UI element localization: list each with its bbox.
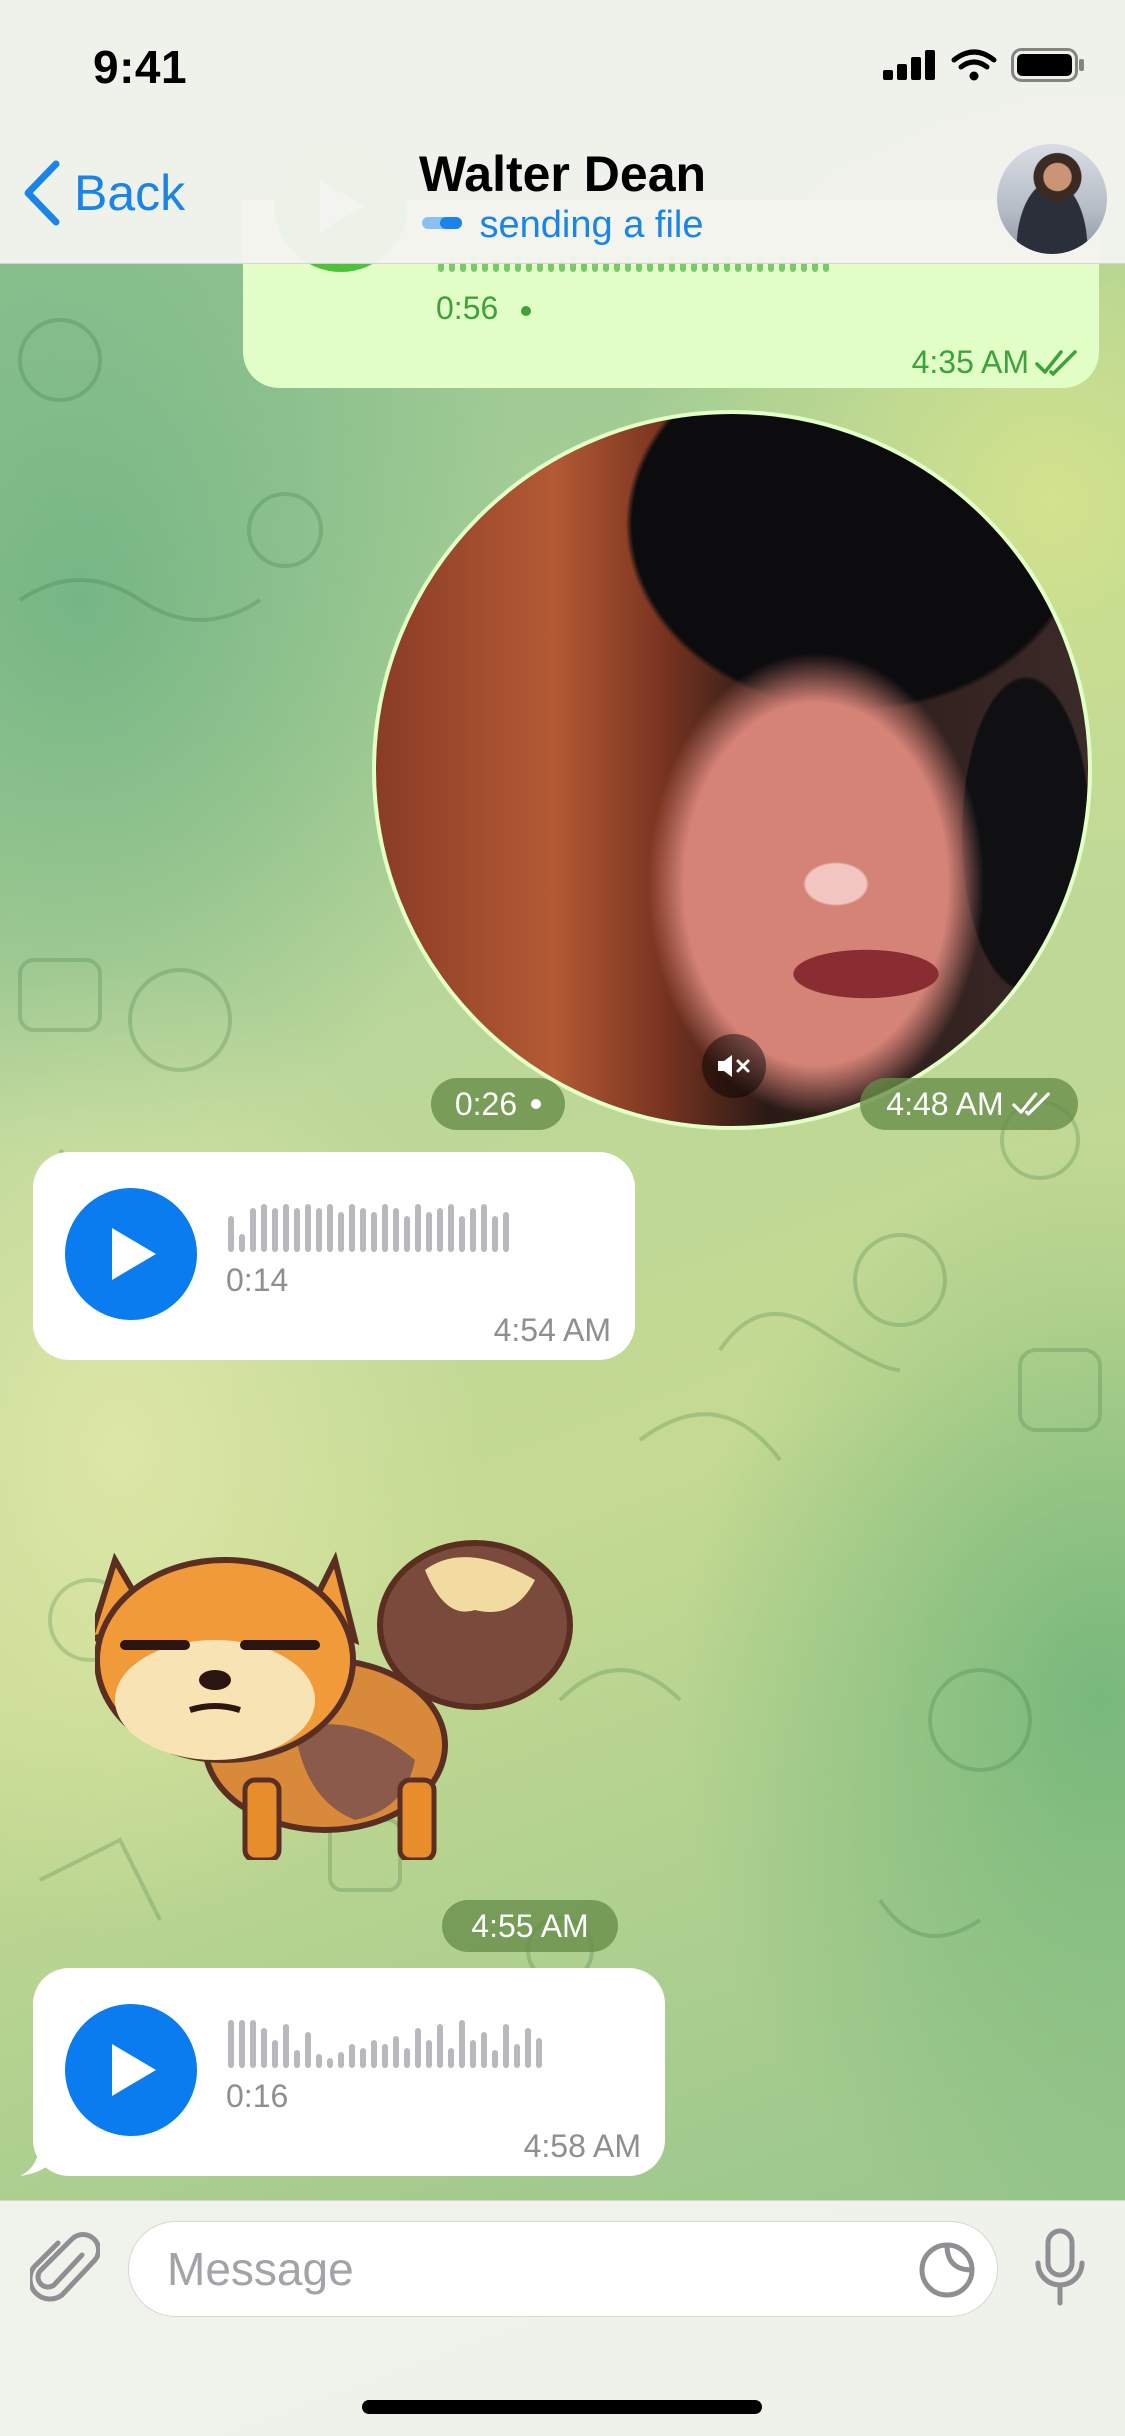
- sticker-time-pill: 4:55 AM: [442, 1900, 618, 1952]
- chat-title[interactable]: Walter Dean: [0, 145, 1125, 203]
- play-icon: [112, 2044, 156, 2096]
- upload-indicator: [421, 216, 462, 229]
- fox-sticker[interactable]: [95, 1530, 575, 1860]
- mute-icon[interactable]: [702, 1034, 766, 1098]
- sticker-icon[interactable]: [917, 2240, 977, 2300]
- play-button[interactable]: [65, 2004, 197, 2136]
- battery-icon: [1011, 48, 1084, 82]
- signal-icon: [883, 50, 935, 80]
- voice-waveform: [228, 2020, 542, 2068]
- voice-duration: 0:14: [226, 1262, 289, 1298]
- message-time: 4:54 AM: [493, 1312, 611, 1348]
- contact-avatar[interactable]: [997, 144, 1107, 254]
- status-time: 9:41: [93, 41, 188, 93]
- home-indicator[interactable]: [362, 2400, 762, 2414]
- double-check-icon: [1011, 1092, 1050, 1116]
- message-input[interactable]: [167, 2222, 907, 2316]
- wifi-icon: [951, 49, 997, 81]
- message-time: 4:35 AM: [912, 344, 1079, 381]
- incoming-voice-bubble[interactable]: 0:16 4:58 AM: [33, 1968, 665, 2176]
- video-duration-pill: 0:26: [431, 1078, 565, 1130]
- play-icon: [112, 1228, 156, 1280]
- double-check-icon: [1035, 349, 1077, 376]
- bubble-tail: [20, 2140, 60, 2176]
- chat-status: sending a file: [0, 204, 1125, 247]
- status-icons: [883, 48, 1085, 82]
- video-time-pill: 4:48 AM: [860, 1078, 1078, 1130]
- voice-duration: 0:56: [436, 290, 532, 327]
- microphone-icon[interactable]: [1030, 2227, 1090, 2309]
- voice-duration: 0:16: [226, 2078, 289, 2114]
- message-time: 4:58 AM: [523, 2128, 641, 2164]
- voice-waveform: [228, 1204, 509, 1252]
- video-note[interactable]: [372, 410, 1092, 1130]
- play-button[interactable]: [65, 1188, 197, 1320]
- navigation-header: 9:41 Back Walter Dean sending a file: [0, 0, 1125, 264]
- message-field[interactable]: [128, 2221, 998, 2317]
- incoming-voice-bubble[interactable]: 0:14 4:54 AM: [33, 1152, 635, 1360]
- paperclip-icon[interactable]: [30, 2229, 100, 2309]
